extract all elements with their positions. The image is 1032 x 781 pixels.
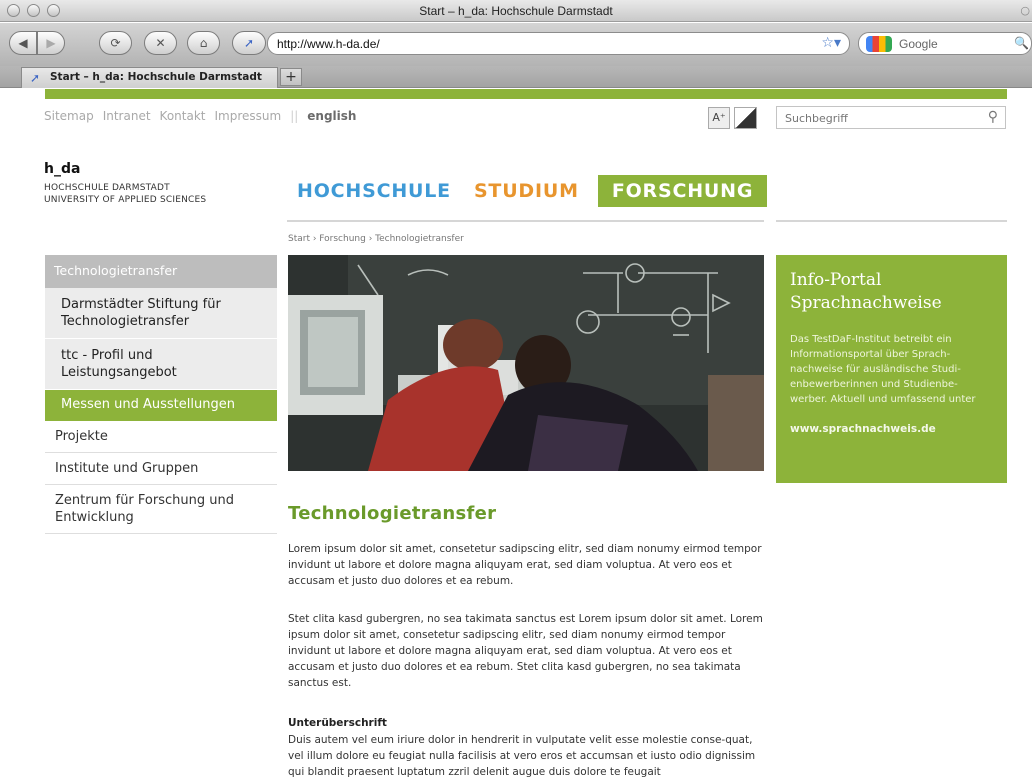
browser-search-box[interactable]: Google 🔍 — [858, 32, 1032, 55]
content-paragraph-2: Stet clita kasd gubergren, no sea takima… — [288, 613, 763, 689]
sidebar-navigation: Technologietransfer Darmstädter Stiftung… — [45, 255, 277, 534]
font-size-button[interactable]: A⁺ — [708, 107, 730, 129]
tab-active[interactable]: ➚ Start – h_da: Hochschule Darmstadt — [21, 67, 278, 88]
sidebar-header[interactable]: Technologietransfer — [45, 255, 277, 288]
content-subheading: Unterüberschrift — [288, 717, 387, 729]
new-tab-button[interactable]: + — [280, 68, 302, 86]
browser-toolbar: ◀ ▶ ⟳ ✕ ⌂ ➚ http://www.h-da.de/ ☆▾ Googl… — [0, 23, 1032, 66]
logo-line-2: UNIVERSITY OF APPLIED SCIENCES — [44, 195, 207, 205]
tab-strip: ➚ Start – h_da: Hochschule Darmstadt + — [0, 66, 1032, 88]
page-title: Technologietransfer — [288, 503, 497, 524]
contrast-toggle-icon[interactable] — [734, 107, 757, 129]
address-bar[interactable]: http://www.h-da.de/ ☆▾ — [267, 32, 850, 55]
window-resize-icon: ○ — [1020, 4, 1030, 17]
meta-link-kontakt[interactable]: Kontakt — [160, 109, 206, 123]
tab-label: Start – h_da: Hochschule Darmstadt — [50, 71, 262, 83]
back-button[interactable]: ◀ — [9, 31, 37, 55]
home-button[interactable]: ⌂ — [187, 31, 220, 55]
language-link-english[interactable]: english — [307, 109, 356, 123]
meta-link-intranet[interactable]: Intranet — [103, 109, 151, 123]
nav-divider-right — [776, 220, 1007, 222]
meta-link-impressum[interactable]: Impressum — [214, 109, 281, 123]
site-search: ⚲ — [776, 106, 1006, 129]
nav-forschung[interactable]: FORSCHUNG — [597, 175, 768, 207]
google-icon[interactable] — [866, 36, 892, 52]
url-text: http://www.h-da.de/ — [277, 37, 380, 51]
sidebar-item-projekte[interactable]: Projekte — [45, 421, 277, 453]
info-box-text: Das TestDaF-Institut betreibt ein Inform… — [790, 334, 976, 405]
info-box-link[interactable]: www.sprachnachweis.de — [790, 423, 993, 435]
stop-button[interactable]: ✕ — [144, 31, 177, 55]
sidebar-item-label: Darmstädter Stiftung für Technologietran… — [61, 297, 221, 329]
web-page: Sitemap Intranet Kontakt Impressum || en… — [0, 89, 1032, 781]
top-green-bar — [45, 89, 1007, 99]
logo-line-1: HOCHSCHULE DARMSTADT — [44, 183, 170, 193]
hda-logo[interactable]: h_da HOCHSCHULE DARMSTADT UNIVERSITY OF … — [44, 161, 206, 206]
sidebar-item-institute[interactable]: Institute und Gruppen — [45, 453, 277, 485]
site-identity-icon[interactable]: ➚ — [232, 31, 266, 55]
main-navigation: HOCHSCHULE STUDIUM FORSCHUNG — [297, 175, 790, 207]
breadcrumb[interactable]: Start › Forschung › Technologietransfer — [288, 234, 464, 244]
magnifier-icon[interactable]: 🔍 — [1014, 36, 1029, 50]
meta-navigation: Sitemap Intranet Kontakt Impressum || en… — [44, 109, 356, 123]
info-portal-box: Info-Portal Sprachnachweise Das TestDaF-… — [776, 255, 1007, 483]
window-title: Start – h_da: Hochschule Darmstadt — [419, 4, 613, 18]
content-paragraph-1: Lorem ipsum dolor sit amet, consetetur s… — [288, 543, 762, 587]
search-icon[interactable]: ⚲ — [988, 109, 998, 125]
info-box-title: Info-Portal Sprachnachweise — [790, 270, 942, 313]
hda-favicon-icon: ➚ — [30, 71, 41, 85]
lab-photo-illustration — [288, 255, 764, 471]
nav-divider — [287, 220, 764, 222]
meta-link-sitemap[interactable]: Sitemap — [44, 109, 94, 123]
sidebar-item-zentrum[interactable]: Zentrum für Forschung und Entwicklung — [45, 485, 277, 534]
bookmark-star-icon[interactable]: ☆▾ — [821, 35, 841, 51]
site-search-input[interactable] — [785, 108, 975, 129]
forward-button[interactable]: ▶ — [37, 31, 65, 55]
nav-hochschule[interactable]: HOCHSCHULE — [297, 175, 451, 207]
reload-button[interactable]: ⟳ — [99, 31, 132, 55]
sidebar-item-label: ttc - Profil und Leistungsangebot — [61, 348, 177, 380]
hero-image — [288, 255, 764, 471]
logo-name: h_da — [44, 161, 81, 177]
sidebar-item-messen-active[interactable]: Messen und Ausstellungen — [45, 390, 277, 421]
sidebar-item-stiftung[interactable]: Darmstädter Stiftung für Technologietran… — [45, 288, 277, 339]
search-engine-label: Google — [899, 37, 938, 51]
window-titlebar: Start – h_da: Hochschule Darmstadt ○ — [0, 0, 1032, 22]
meta-separator: || — [290, 109, 299, 123]
nav-studium[interactable]: STUDIUM — [474, 175, 579, 207]
logo-subtitle: HOCHSCHULE DARMSTADT UNIVERSITY OF APPLI… — [44, 182, 206, 206]
sidebar-item-ttc[interactable]: ttc - Profil und Leistungsangebot — [45, 339, 277, 390]
content-paragraph-3: Duis autem vel eum iriure dolor in hendr… — [288, 734, 756, 778]
